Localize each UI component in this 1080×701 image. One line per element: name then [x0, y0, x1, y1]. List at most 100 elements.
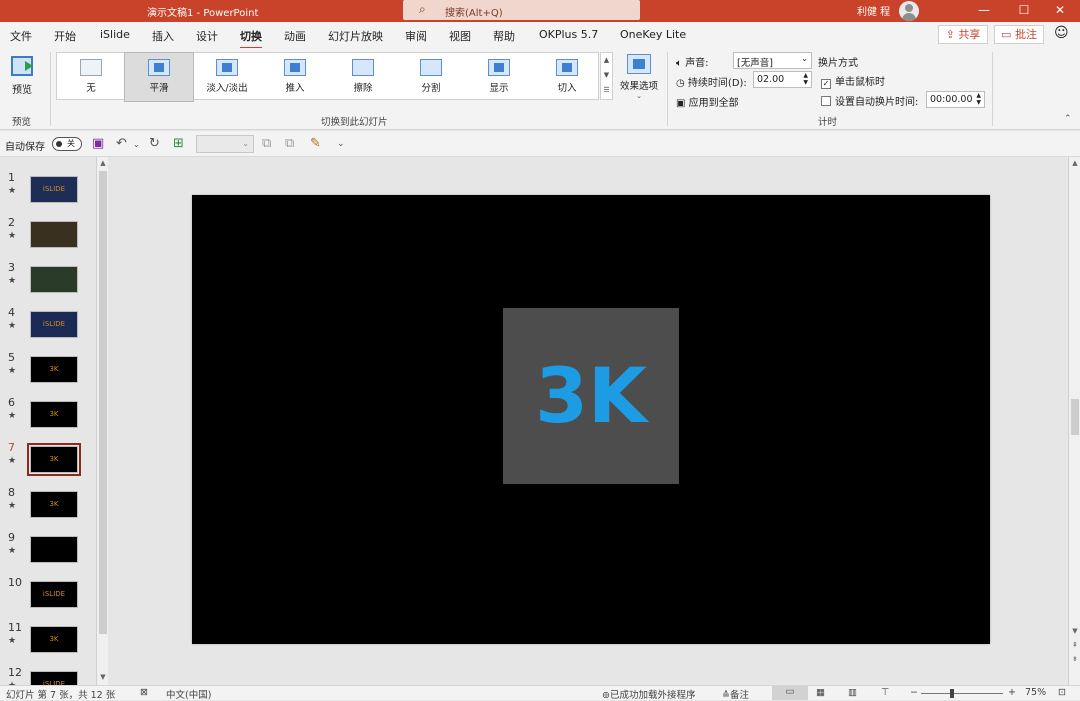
slide-thumbnail[interactable]: 3K: [30, 356, 78, 383]
slide-thumbnail[interactable]: [30, 266, 78, 293]
search-box[interactable]: ⌕ 搜索(Alt+Q): [403, 0, 640, 20]
thumbnail-scrollbar[interactable]: ▲ ▼: [96, 157, 108, 685]
share-button[interactable]: ⇪ 共享: [938, 25, 988, 44]
preview-button[interactable]: 预览: [6, 56, 38, 106]
transition-morph[interactable]: 平滑: [124, 52, 194, 102]
gallery-scroll[interactable]: ▲ ▼ ☰: [600, 52, 613, 100]
transition-fade[interactable]: 淡入/淡出: [193, 53, 261, 101]
close-button[interactable]: ✕: [1040, 0, 1080, 22]
logo-box[interactable]: 3K: [503, 308, 679, 484]
tab-file[interactable]: 文件: [10, 28, 32, 44]
tab-onekey[interactable]: OneKey Lite: [620, 28, 686, 41]
transition-none[interactable]: 无: [57, 53, 125, 101]
slide-number: 8: [8, 486, 15, 499]
notes-button[interactable]: ≙备注: [722, 687, 749, 701]
feedback-smiley-icon[interactable]: ☺: [1054, 25, 1069, 41]
tab-insert[interactable]: 插入: [152, 28, 174, 44]
slide-thumbnail[interactable]: [30, 221, 78, 248]
zoom-in-button[interactable]: +: [1008, 687, 1016, 698]
font-size-box[interactable]: ⌄: [196, 135, 254, 153]
transition-star-icon: ★: [8, 501, 17, 511]
slideshow-icon[interactable]: ⊤: [881, 687, 889, 698]
apply-all-label: 应用到全部: [688, 98, 739, 109]
zoom-level[interactable]: 75%: [1025, 687, 1046, 698]
duration-stepper[interactable]: 02.00 ▲ ▼: [753, 71, 812, 88]
effect-options-button[interactable]: 效果选项 ⌄: [616, 54, 662, 110]
scroll-thumb[interactable]: [1071, 399, 1079, 435]
tab-transitions[interactable]: 切换: [240, 28, 262, 49]
tab-help[interactable]: 帮助: [493, 28, 515, 44]
maximize-button[interactable]: ☐: [1004, 0, 1044, 22]
stepper-arrows-icon[interactable]: ▲ ▼: [976, 92, 981, 106]
tab-islide[interactable]: iSlide: [100, 28, 130, 41]
slide-thumbnail[interactable]: iSLIDE: [30, 581, 78, 608]
zoom-slider[interactable]: [921, 693, 1003, 694]
zoom-slider-knob[interactable]: [950, 689, 954, 698]
gallery-up-icon[interactable]: ▲: [601, 53, 612, 68]
undo-dropdown-icon[interactable]: ⌄: [133, 140, 140, 149]
stepper-arrows-icon[interactable]: ▲ ▼: [803, 72, 808, 86]
redo-icon[interactable]: ↻: [149, 136, 160, 151]
slide-thumbnail[interactable]: 3K: [30, 626, 78, 653]
addins-text: 已成功加载外接程序: [609, 690, 696, 701]
next-slide-icon[interactable]: ⇟: [1069, 655, 1080, 663]
comments-button[interactable]: ▭ 批注: [994, 25, 1044, 44]
tab-review[interactable]: 审阅: [405, 28, 427, 44]
zoom-out-button[interactable]: −: [910, 687, 918, 698]
gallery-more-icon[interactable]: ☰: [601, 83, 612, 98]
minimize-button[interactable]: —: [964, 0, 1004, 22]
copy-format-icon[interactable]: ⧉: [262, 136, 271, 151]
scroll-up-icon[interactable]: ▲: [1069, 159, 1080, 167]
autosave-toggle[interactable]: 关: [52, 137, 82, 151]
transition-push[interactable]: 推入: [261, 53, 329, 101]
slide-thumbnail[interactable]: iSLIDE: [30, 311, 78, 338]
language-indicator[interactable]: 中文(中国): [166, 687, 211, 701]
timing-group-label: 计时: [818, 117, 838, 128]
tab-okplus[interactable]: OKPlus 5.7: [539, 28, 598, 41]
tab-design[interactable]: 设计: [196, 28, 218, 44]
transition-cut[interactable]: 切入: [533, 53, 601, 101]
fit-slide-icon[interactable]: ⊡: [1058, 687, 1066, 698]
tab-slideshow[interactable]: 幻灯片放映: [328, 28, 383, 44]
preview-label: 预览: [12, 85, 32, 96]
avatar[interactable]: [899, 1, 919, 21]
collapse-ribbon-icon[interactable]: ⌃: [1064, 114, 1072, 124]
transition-split[interactable]: 分割: [397, 53, 465, 101]
save-icon[interactable]: ▣: [92, 136, 104, 151]
format-painter-icon[interactable]: ✎: [310, 136, 321, 151]
group-icon[interactable]: ⧉: [285, 136, 294, 151]
customize-qat-icon[interactable]: ⌄: [337, 139, 345, 149]
slide-thumbnail[interactable]: 3K: [30, 491, 78, 518]
user-name[interactable]: 利健 程: [857, 3, 890, 18]
slide-thumbnail[interactable]: 3K: [27, 443, 81, 476]
tab-view[interactable]: 视图: [449, 28, 471, 44]
transition-label: 淡入/淡出: [206, 83, 248, 94]
canvas-scrollbar[interactable]: ▲ ▼ ⇞ ⇟: [1068, 157, 1080, 685]
sound-select[interactable]: [无声音] ⌄: [733, 52, 812, 69]
current-slide[interactable]: 3K: [192, 195, 990, 644]
scroll-down-icon[interactable]: ▼: [1069, 627, 1080, 635]
auto-after-stepper[interactable]: 00:00.00 ▲ ▼: [926, 91, 985, 108]
transition-label: 显示: [489, 83, 509, 94]
gallery-down-icon[interactable]: ▼: [601, 68, 612, 83]
accessibility-icon[interactable]: ⊠: [140, 687, 148, 698]
auto-after-checkbox[interactable]: 设置自动换片时间:: [821, 93, 918, 108]
transition-reveal[interactable]: 显示: [465, 53, 533, 101]
tab-home[interactable]: 开始: [54, 28, 76, 44]
transition-wipe[interactable]: 擦除: [329, 53, 397, 101]
reading-view-icon[interactable]: ▥: [848, 687, 857, 698]
slide-thumbnail[interactable]: 3K: [30, 401, 78, 428]
transition-none-icon: [80, 59, 102, 76]
scroll-thumb[interactable]: [99, 171, 107, 634]
slide-thumbnail[interactable]: iSLIDE: [30, 176, 78, 203]
slide-sorter-icon[interactable]: ▦: [816, 687, 825, 698]
apply-all-button[interactable]: ▣ 应用到全部: [676, 94, 739, 109]
present-from-start-icon[interactable]: ⊞: [173, 136, 184, 151]
slide-thumbnail[interactable]: [30, 536, 78, 563]
tab-animations[interactable]: 动画: [284, 28, 306, 44]
transition-star-icon: ★: [8, 186, 17, 196]
previous-slide-icon[interactable]: ⇞: [1069, 641, 1080, 649]
undo-icon[interactable]: ↶: [116, 136, 127, 151]
normal-view-icon[interactable]: ▭: [772, 686, 808, 700]
on-click-checkbox[interactable]: ✓ 单击鼠标时: [821, 73, 885, 89]
